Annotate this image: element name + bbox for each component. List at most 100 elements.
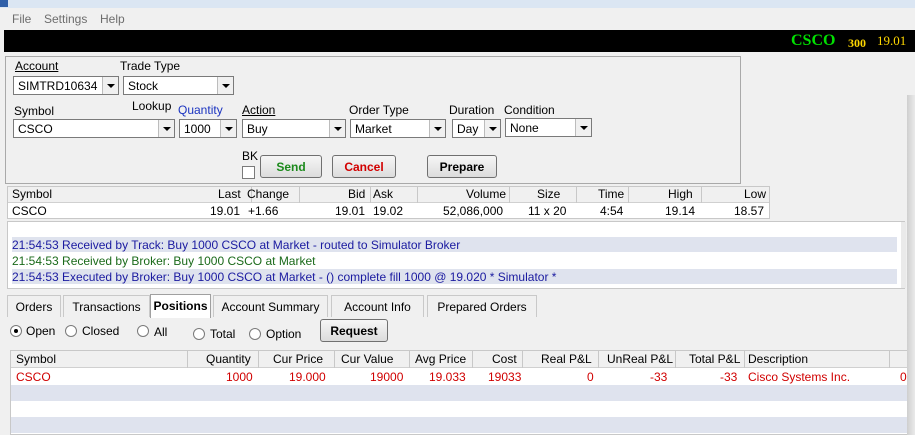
filter-option-label: Option — [266, 327, 302, 341]
condition-value: None — [510, 121, 539, 135]
column-divider — [409, 351, 410, 368]
order-type-select[interactable]: Market — [350, 119, 446, 138]
position-cost: 19033 — [488, 370, 522, 384]
order-log: 21:54:53 Received by Track: Buy 1000 CSC… — [7, 221, 906, 289]
quote-col-volume[interactable]: Volume — [466, 187, 506, 201]
quote-low: 18.57 — [734, 204, 765, 218]
quote-grid: Symbol Last Change Bid Ask Volume Size T… — [7, 186, 770, 219]
menu-settings[interactable]: Settings — [44, 12, 87, 26]
chevron-down-icon — [484, 120, 500, 137]
filter-option-radio[interactable] — [249, 328, 261, 340]
tab-transactions[interactable]: Transactions — [63, 295, 150, 317]
action-select[interactable]: Buy — [242, 119, 346, 138]
log-line: 21:54:53 Received by Track: Buy 1000 CSC… — [12, 237, 897, 252]
request-button[interactable]: Request — [320, 319, 388, 342]
duration-select[interactable]: Day — [452, 119, 501, 138]
filter-open-label: Open — [26, 324, 56, 338]
quote-ask: 19.02 — [373, 204, 404, 218]
position-unreal-pnl: -33 — [650, 370, 668, 384]
window-title-bar — [0, 0, 915, 8]
tab-orders[interactable]: Orders — [7, 295, 61, 317]
prepare-button[interactable]: Prepare — [427, 155, 497, 178]
quote-high: 19.14 — [665, 204, 696, 218]
column-divider — [509, 187, 510, 203]
quote-col-high[interactable]: High — [668, 187, 693, 201]
positions-col-total-pnl[interactable]: Total P&L — [689, 352, 740, 366]
trade-type-select[interactable]: Stock — [123, 76, 234, 95]
positions-col-cur-price[interactable]: Cur Price — [273, 352, 323, 366]
positions-col-unreal-pnl[interactable]: UnReal P&L — [607, 352, 673, 366]
positions-col-avg-price[interactable]: Avg Price — [415, 352, 466, 366]
condition-select[interactable]: None — [505, 118, 592, 137]
trade-type-value: Stock — [128, 79, 159, 93]
quantity-label: Quantity — [178, 103, 223, 117]
positions-col-cur-value[interactable]: Cur Value — [341, 352, 393, 366]
account-label: Account — [15, 59, 59, 73]
quantity-select[interactable]: 1000 — [179, 119, 237, 138]
column-divider — [187, 351, 188, 368]
quote-col-low[interactable]: Low — [744, 187, 766, 201]
lookup-link[interactable]: Lookup — [132, 99, 171, 113]
account-value: SIMTRD10634 — [18, 79, 98, 93]
log-line: 21:54:53 Received by Broker: Buy 1000 CS… — [12, 254, 316, 268]
account-tabs: Orders Transactions Positions Account Su… — [7, 294, 907, 319]
quote-col-bid[interactable]: Bid — [348, 187, 365, 201]
window-edge — [907, 95, 915, 435]
bk-checkbox[interactable] — [242, 166, 255, 179]
symbol-label: Symbol — [14, 104, 55, 118]
symbol-value: CSCO — [18, 122, 53, 136]
filter-open-radio[interactable] — [10, 325, 22, 337]
cancel-button[interactable]: Cancel — [332, 155, 396, 178]
quote-volume: 52,086,000 — [443, 204, 504, 218]
tab-prepared-orders[interactable]: Prepared Orders — [427, 295, 537, 317]
app-icon — [0, 0, 8, 7]
filter-total-radio[interactable] — [193, 328, 205, 340]
column-divider — [701, 187, 702, 203]
positions-col-real-pnl[interactable]: Real P&L — [541, 352, 592, 366]
log-scrollbar[interactable] — [901, 222, 906, 288]
positions-col-quantity[interactable]: Quantity — [206, 352, 251, 366]
tab-account-info[interactable]: Account Info — [331, 295, 424, 317]
column-divider — [258, 351, 259, 368]
column-divider — [675, 351, 676, 368]
chevron-down-icon — [217, 77, 233, 94]
column-divider — [576, 187, 577, 203]
tab-account-summary[interactable]: Account Summary — [213, 295, 328, 317]
tab-positions[interactable]: Positions — [150, 294, 211, 318]
positions-col-description[interactable]: Description — [748, 352, 808, 366]
quote-col-last[interactable]: Last — [218, 187, 241, 201]
log-line: 21:54:53 Executed by Broker: Buy 1000 CS… — [12, 269, 897, 284]
menu-help[interactable]: Help — [100, 12, 125, 26]
filter-all-radio[interactable] — [137, 325, 149, 337]
quantity-value: 1000 — [184, 122, 211, 136]
quote-symbol: CSCO — [12, 204, 47, 218]
ticker-symbol: CSCO — [791, 32, 836, 49]
column-divider — [417, 187, 418, 203]
quote-col-time[interactable]: Time — [598, 187, 624, 201]
ticker-price: 19.01 — [877, 33, 907, 48]
quote-time: 4:54 — [600, 204, 624, 218]
duration-label: Duration — [449, 103, 495, 117]
quote-size: 11 x 20 — [528, 204, 567, 218]
positions-grid: Symbol Quantity Cur Price Cur Value Avg … — [10, 350, 915, 435]
position-total-pnl: -33 — [720, 370, 738, 384]
order-type-label: Order Type — [349, 103, 409, 117]
column-divider — [598, 351, 599, 368]
bk-label: BK — [242, 149, 259, 163]
quote-col-symbol[interactable]: Symbol — [12, 187, 52, 201]
menu-file[interactable]: File — [12, 12, 31, 26]
position-symbol[interactable]: CSCO — [16, 370, 51, 384]
send-button[interactable]: Send — [260, 155, 322, 178]
chevron-down-icon — [102, 77, 118, 94]
symbol-select[interactable]: CSCO — [13, 119, 175, 138]
positions-col-symbol[interactable]: Symbol — [16, 352, 56, 366]
order-type-value: Market — [355, 122, 392, 136]
column-divider — [889, 351, 890, 368]
quote-col-ask[interactable]: Ask — [373, 187, 393, 201]
quote-col-size[interactable]: Size — [537, 187, 560, 201]
filter-total-label: Total — [210, 327, 236, 341]
account-select[interactable]: SIMTRD10634 — [13, 76, 119, 95]
filter-closed-radio[interactable] — [65, 325, 77, 337]
positions-col-cost[interactable]: Cost — [492, 352, 517, 366]
quote-col-change[interactable]: Change — [247, 187, 289, 201]
